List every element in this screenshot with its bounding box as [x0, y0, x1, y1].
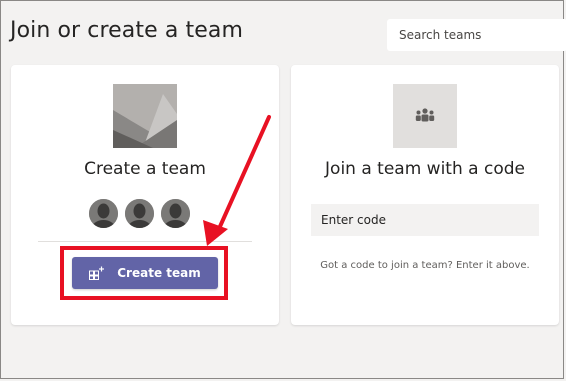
join-team-card: Join a team with a code Enter code Got a…: [291, 65, 559, 325]
people-icon: [393, 84, 457, 148]
image-placeholder-icon: [113, 84, 177, 148]
avatar: [159, 197, 192, 230]
join-hint-text: Got a code to join a team? Enter it abov…: [320, 260, 530, 271]
team-code-input[interactable]: Enter code: [311, 204, 539, 236]
search-input[interactable]: Search teams: [387, 19, 566, 51]
avatar: [87, 197, 120, 230]
create-team-card: Create a team Create team: [11, 65, 279, 325]
create-team-button-label: Create team: [117, 266, 201, 280]
add-team-icon: [89, 266, 105, 280]
avatar: [123, 197, 156, 230]
create-team-button[interactable]: Create team: [72, 257, 218, 289]
create-team-title: Create a team: [84, 159, 206, 179]
divider: [38, 241, 252, 242]
avatar-group: [87, 197, 192, 230]
page-title: Join or create a team: [10, 18, 243, 43]
join-team-title: Join a team with a code: [325, 159, 525, 179]
